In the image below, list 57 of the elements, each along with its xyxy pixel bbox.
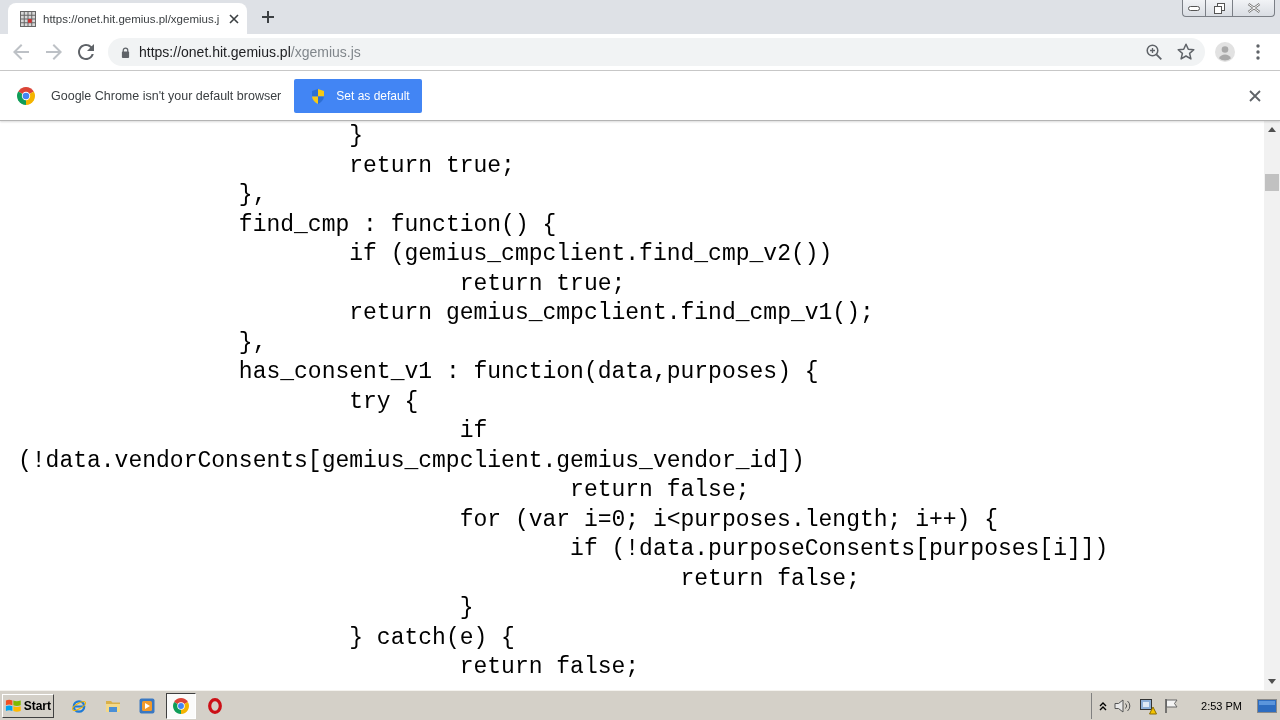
flag-logo-icon xyxy=(5,697,22,714)
shield-icon xyxy=(310,87,327,104)
code-line: } xyxy=(348,122,365,151)
minimize-icon xyxy=(1188,5,1200,11)
lock-icon xyxy=(121,46,130,58)
close-icon xyxy=(1246,3,1261,13)
clock[interactable]: 2:53 PM xyxy=(1201,699,1242,712)
url-text: https://onet.hit.gemius.pl/xgemius.js xyxy=(139,44,361,60)
close-button[interactable] xyxy=(1233,0,1275,17)
scroll-up-arrow-icon[interactable] xyxy=(1268,127,1276,132)
network-warning-icon[interactable] xyxy=(1139,696,1158,715)
code-line: return true; xyxy=(348,151,516,181)
code-line: }, xyxy=(237,328,268,358)
scrollbar[interactable] xyxy=(1264,121,1280,690)
speaker-icon[interactable] xyxy=(1114,697,1133,714)
code-line: }, xyxy=(237,181,268,210)
restore-button[interactable] xyxy=(1205,0,1233,17)
star-icon[interactable] xyxy=(1177,43,1195,61)
code-line: return gemius_cmpclient.find_cmp_v1(); xyxy=(348,299,875,328)
code-line: has_consent_v1 : function(data,purposes) { xyxy=(237,358,820,387)
plus-icon[interactable] xyxy=(261,10,275,24)
menu-icon[interactable] xyxy=(1256,44,1260,60)
scrollbar-thumb[interactable] xyxy=(1265,174,1279,191)
code-line: if (!data.purposeConsents[purposes[i]]) xyxy=(569,535,1110,564)
start-button[interactable]: Start xyxy=(2,693,54,718)
code-line: return false; xyxy=(458,653,641,682)
chevron-up-icon[interactable] xyxy=(1099,700,1108,711)
restore-icon xyxy=(1213,2,1225,14)
reload-icon[interactable] xyxy=(78,44,94,60)
zoom-in-icon[interactable] xyxy=(1146,44,1162,60)
code-line: find_cmp : function() { xyxy=(237,210,558,240)
code-line: for (var i=0; i<purposes.length; i++) { xyxy=(458,505,999,535)
browser-tab[interactable]: https://onet.hit.gemius.pl/xgemius.j xyxy=(8,3,247,34)
code-line: return false; xyxy=(679,564,861,594)
grid-icon xyxy=(20,10,36,27)
set-as-default-button[interactable]: Set as default xyxy=(294,78,422,113)
infobar-message: Google Chrome isn't your default browser xyxy=(51,88,282,103)
chrome-logo-icon xyxy=(17,86,35,105)
close-icon[interactable] xyxy=(229,13,239,24)
minimize-button[interactable] xyxy=(1182,0,1205,17)
code-line: } xyxy=(458,594,475,623)
e-globe-icon xyxy=(71,697,87,714)
address-bar[interactable]: https://onet.hit.gemius.pl/xgemius.js xyxy=(108,38,1205,66)
scroll-down-arrow-icon[interactable] xyxy=(1268,679,1276,684)
taskbar-button[interactable] xyxy=(166,692,196,719)
code-line: } catch(e) { xyxy=(348,623,516,653)
desktop-icon[interactable] xyxy=(1257,698,1277,713)
play-icon xyxy=(139,697,155,714)
code-line: if (gemius_cmpclient.find_cmp_v2()) xyxy=(348,240,834,269)
code-line: if (!data.vendorConsents[gemius_cmpclient.gemius_vendor_id]) xyxy=(18,417,806,476)
o-logo-icon xyxy=(207,697,223,714)
chrome-logo-icon xyxy=(173,697,189,714)
close-icon[interactable] xyxy=(1249,89,1261,102)
code-line: return true; xyxy=(458,269,627,299)
code-line: try { xyxy=(348,387,420,417)
code-line: return false; xyxy=(569,476,751,505)
flag-icon[interactable] xyxy=(1164,697,1181,714)
